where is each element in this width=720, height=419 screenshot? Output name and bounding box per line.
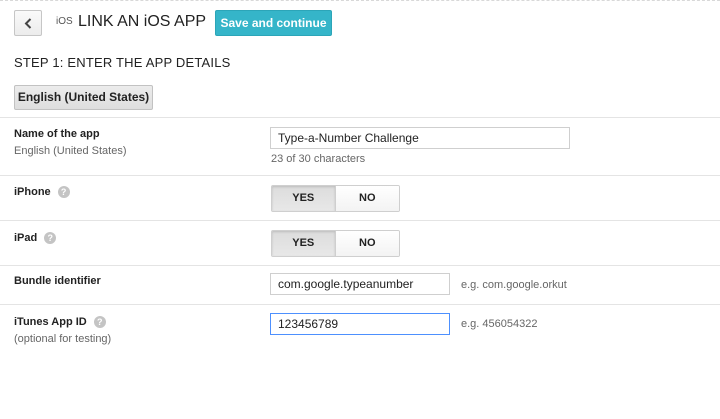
row-divider bbox=[0, 220, 720, 221]
help-icon[interactable]: ? bbox=[44, 232, 57, 244]
ipad-toggle: YES NO bbox=[271, 230, 400, 257]
help-icon[interactable]: ? bbox=[93, 316, 106, 328]
language-tab[interactable]: English (United States) bbox=[14, 85, 153, 110]
app-name-label-text: Name of the app bbox=[14, 128, 100, 140]
itunes-label-text: iTunes App ID bbox=[14, 316, 87, 328]
bundle-identifier-input[interactable] bbox=[270, 273, 450, 295]
app-name-input[interactable] bbox=[270, 127, 570, 149]
page-title: LINK AN iOS APP bbox=[78, 13, 207, 30]
iphone-no-option[interactable]: NO bbox=[335, 186, 399, 211]
chevron-left-icon bbox=[24, 17, 32, 29]
ios-logo: iOS bbox=[56, 16, 73, 27]
app-name-label: Name of the app bbox=[14, 128, 100, 140]
step-title: STEP 1: ENTER THE APP DETAILS bbox=[14, 55, 231, 70]
help-icon[interactable]: ? bbox=[57, 186, 70, 198]
row-divider bbox=[0, 117, 720, 118]
itunes-label: iTunes App ID ? bbox=[14, 316, 106, 328]
bundle-example: e.g. com.google.orkut bbox=[461, 279, 567, 291]
ipad-yes-option[interactable]: YES bbox=[272, 231, 336, 256]
char-count: 23 of 30 characters bbox=[271, 153, 366, 165]
row-divider bbox=[0, 265, 720, 266]
iphone-yes-option[interactable]: YES bbox=[272, 186, 336, 211]
ipad-no-option[interactable]: NO bbox=[335, 231, 399, 256]
itunes-app-id-input[interactable] bbox=[270, 313, 450, 335]
iphone-label-text: iPhone bbox=[14, 186, 51, 198]
iphone-label: iPhone ? bbox=[14, 186, 70, 198]
app-name-sublabel: English (United States) bbox=[14, 145, 127, 157]
iphone-toggle: YES NO bbox=[271, 185, 400, 212]
save-and-continue-button[interactable]: Save and continue bbox=[215, 10, 332, 36]
itunes-example: e.g. 456054322 bbox=[461, 318, 538, 330]
row-divider bbox=[0, 304, 720, 305]
ipad-label: iPad ? bbox=[14, 232, 57, 244]
back-button[interactable] bbox=[14, 10, 42, 36]
bundle-label-text: Bundle identifier bbox=[14, 275, 101, 287]
itunes-sublabel: (optional for testing) bbox=[14, 333, 112, 345]
ipad-label-text: iPad bbox=[14, 232, 38, 244]
row-divider bbox=[0, 175, 720, 176]
bundle-label: Bundle identifier bbox=[14, 275, 101, 287]
top-divider bbox=[0, 0, 720, 1]
